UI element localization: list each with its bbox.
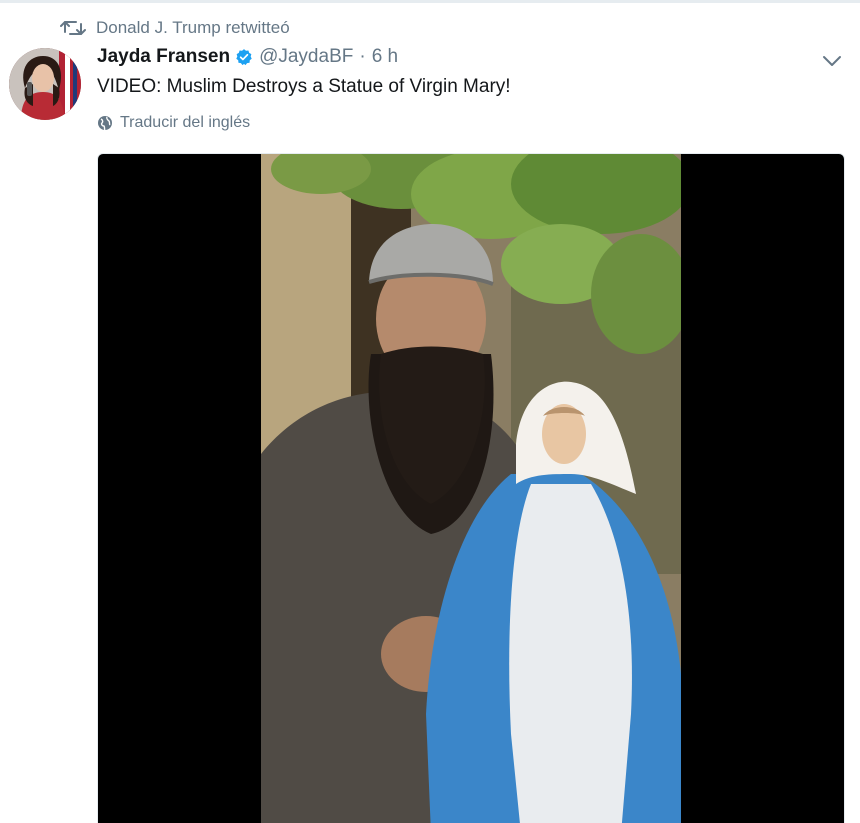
avatar-image — [9, 48, 81, 120]
avatar[interactable] — [9, 48, 81, 120]
translate-label: Traducir del inglés — [120, 114, 251, 131]
top-divider — [0, 0, 860, 3]
retweet-context[interactable]: Donald J. Trump retwitteó — [60, 16, 290, 40]
globe-icon — [98, 116, 112, 131]
video-still-image — [261, 154, 681, 823]
tweet-header: Jayda Fransen @JaydaBF · 6 h — [97, 46, 398, 68]
tweet-page: Donald J. Trump retwitteó Jayda Fransen … — [0, 0, 860, 823]
video-player[interactable] — [97, 153, 845, 823]
tweet-timestamp[interactable]: 6 h — [372, 46, 398, 68]
video-frame — [261, 154, 681, 823]
retweet-context-text: Donald J. Trump retwitteó — [96, 18, 290, 37]
author-fullname[interactable]: Jayda Fransen — [97, 46, 230, 68]
verified-badge-icon — [236, 49, 252, 66]
retweet-icon — [60, 21, 86, 35]
tweet-text: VIDEO: Muslim Destroys a Statue of Virgi… — [97, 76, 511, 97]
header-separator: · — [359, 46, 366, 67]
author-username[interactable]: @JaydaBF — [259, 46, 353, 68]
chevron-down-icon[interactable] — [820, 51, 844, 71]
translate-link[interactable]: Traducir del inglés — [97, 114, 250, 132]
